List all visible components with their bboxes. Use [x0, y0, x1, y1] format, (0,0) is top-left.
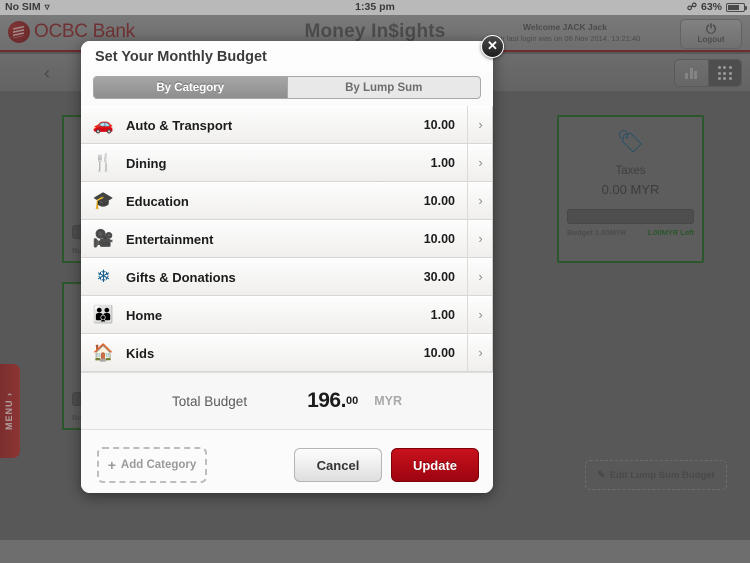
category-name: Education [126, 193, 189, 209]
category-row-education[interactable]: 🎓 Education 10.00 › [81, 182, 493, 220]
category-row-entertainment[interactable]: 🎥 Entertainment 10.00 › [81, 220, 493, 258]
cancel-button[interactable]: Cancel [294, 448, 382, 482]
total-budget-cents: 00 [345, 395, 359, 407]
modal-footer-inner: + Add Category Cancel Update [81, 430, 479, 493]
bluetooth-icon: ☍ [686, 2, 697, 13]
chevron-right-icon[interactable]: › [467, 334, 493, 372]
budget-mode-tabs[interactable]: By Category By Lump Sum [93, 76, 481, 99]
clover-gift-icon: ❄ [96, 267, 111, 286]
category-name: Entertainment [126, 231, 214, 247]
category-amount: 1.00 [430, 308, 455, 322]
category-amount: 10.00 [423, 232, 455, 246]
category-amount: 10.00 [423, 118, 455, 132]
category-amount: 10.00 [423, 346, 455, 360]
category-row-dining[interactable]: 🍴 Dining 1.00 › [81, 144, 493, 182]
close-modal-button[interactable]: ✕ [481, 35, 504, 58]
add-category-label: Add Category [120, 459, 197, 471]
tab-by-lump-sum[interactable]: By Lump Sum [288, 77, 481, 98]
graduation-icon: 🎓 [92, 191, 115, 210]
total-budget-row: Total Budget 196. 00 MYR [81, 372, 493, 430]
movie-camera-icon: 🎥 [92, 229, 115, 248]
status-right: ☍ 63% [686, 0, 747, 15]
status-time: 1:35 pm [355, 1, 395, 13]
house-icon: 🏠 [92, 343, 115, 362]
family-icon: 👪 [92, 305, 115, 324]
chevron-right-icon[interactable]: › [467, 144, 493, 182]
total-budget-whole: 196. [307, 389, 346, 412]
category-name: Gifts & Donations [126, 269, 236, 285]
close-icon: ✕ [487, 38, 498, 53]
category-row-auto-transport[interactable]: 🚗 Auto & Transport 10.00 › [81, 106, 493, 144]
battery-icon [726, 3, 747, 12]
category-row-gifts-donations[interactable]: ❄ Gifts & Donations 30.00 › [81, 258, 493, 296]
category-name: Home [126, 307, 163, 323]
list-scrollbar-track[interactable] [492, 106, 493, 372]
chevron-right-icon[interactable]: › [467, 106, 493, 144]
chevron-right-icon[interactable]: › [467, 182, 493, 220]
plus-icon: + [107, 457, 116, 473]
category-amount: 10.00 [423, 194, 455, 208]
chevron-right-icon[interactable]: › [467, 220, 493, 258]
update-button[interactable]: Update [391, 448, 479, 482]
category-row-home[interactable]: 👪 Home 1.00 › [81, 296, 493, 334]
modal-footer: + Add Category Cancel Update [81, 430, 493, 493]
battery-percent-label: 63% [700, 1, 722, 13]
category-name: Auto & Transport [126, 117, 233, 133]
modal-title: Set Your Monthly Budget [81, 41, 493, 71]
add-category-button[interactable]: + Add Category [97, 447, 207, 483]
category-amount: 30.00 [423, 270, 455, 284]
chevron-right-icon[interactable]: › [467, 258, 493, 296]
total-budget-label: Total Budget [172, 393, 248, 409]
category-list: 🚗 Auto & Transport 10.00 › 🍴 Dining 1.00… [81, 106, 493, 372]
category-name: Dining [126, 155, 167, 171]
chevron-right-icon[interactable]: › [467, 296, 493, 334]
category-name: Kids [126, 345, 155, 361]
ios-status-bar: No SIM ▿ 1:35 pm ☍ 63% [0, 0, 750, 15]
car-icon: 🚗 [92, 115, 115, 134]
category-amount: 1.00 [430, 156, 455, 170]
total-budget-currency: MYR [374, 394, 402, 408]
tab-by-category[interactable]: By Category [94, 77, 287, 98]
app-screen: No SIM ▿ 1:35 pm ☍ 63% OCBC Bank Money I… [0, 0, 750, 563]
cutlery-icon: 🍴 [92, 153, 115, 172]
category-row-kids[interactable]: 🏠 Kids 10.00 › [81, 334, 493, 372]
set-monthly-budget-modal: Set Your Monthly Budget By Category By L… [81, 41, 493, 493]
